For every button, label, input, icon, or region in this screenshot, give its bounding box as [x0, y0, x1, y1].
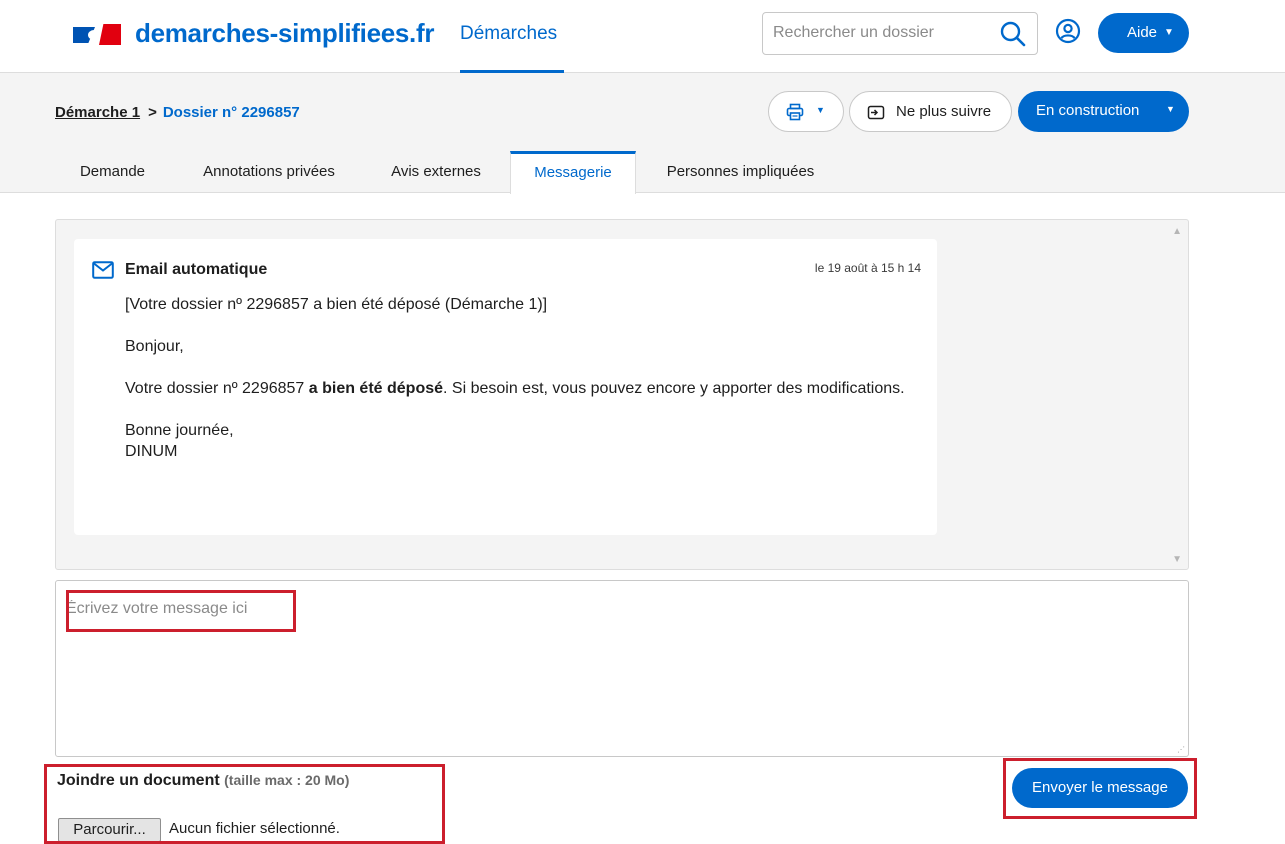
- breadcrumb: Démarche 1 > Dossier n° 2296857: [55, 104, 300, 121]
- message-date: le 19 août à 15 h 14: [814, 261, 921, 275]
- breadcrumb-procedure-link[interactable]: Démarche 1: [55, 104, 140, 121]
- mail-icon: [92, 261, 114, 279]
- search-input[interactable]: [773, 24, 993, 42]
- message-thread[interactable]: ▲ Email automatique le 19 août à 15 h 14…: [55, 219, 1189, 570]
- tab-annotations-privees[interactable]: Annotations privées: [180, 151, 358, 193]
- help-button[interactable]: Aide ▼: [1098, 13, 1189, 53]
- search-icon[interactable]: [999, 20, 1027, 48]
- tab-demande[interactable]: Demande: [55, 151, 170, 193]
- message-paragraph: Votre dossier nº 2296857 a bien été dépo…: [125, 380, 905, 397]
- site-title[interactable]: demarches-simplifiees.fr: [135, 18, 434, 49]
- caret-down-icon: ▼: [1166, 104, 1175, 114]
- flag-logo-icon[interactable]: [73, 24, 122, 46]
- tab-avis-externes[interactable]: Avis externes: [370, 151, 502, 193]
- print-button[interactable]: ▼: [768, 91, 844, 132]
- tab-messagerie[interactable]: Messagerie: [510, 151, 636, 194]
- message-sender: Email automatique: [125, 261, 268, 278]
- message-subject: [Votre dossier nº 2296857 a bien été dép…: [125, 296, 548, 313]
- attach-document-title: Joindre un document (taille max : 20 Mo): [57, 772, 350, 789]
- user-icon[interactable]: [1055, 18, 1081, 44]
- message-item: Email automatique le 19 août à 15 h 14 […: [74, 239, 937, 535]
- compose-box: ⋰: [55, 580, 1189, 757]
- help-button-label: Aide: [1127, 24, 1158, 41]
- tab-personnes-impliquees[interactable]: Personnes impliquées: [648, 151, 833, 193]
- breadcrumb-separator: >: [148, 104, 157, 121]
- status-label: En construction: [1036, 102, 1140, 119]
- site-header: demarches-simplifiees.fr Démarches Aide …: [0, 0, 1285, 73]
- printer-icon: [786, 103, 804, 121]
- caret-down-icon: ▼: [1164, 27, 1174, 38]
- breadcrumb-current[interactable]: Dossier n° 2296857: [163, 104, 300, 121]
- scroll-up-arrow-icon[interactable]: ▲: [1172, 226, 1182, 237]
- message-body: [Votre dossier nº 2296857 a bien été dép…: [125, 294, 915, 483]
- unfollow-icon: [867, 105, 885, 120]
- resize-grip-icon[interactable]: ⋰: [1177, 745, 1185, 754]
- message-textarea[interactable]: [66, 600, 1176, 750]
- scroll-down-arrow-icon[interactable]: ▼: [1172, 554, 1182, 565]
- caret-down-icon: ▼: [816, 105, 825, 115]
- search-box: [762, 12, 1038, 55]
- send-message-button[interactable]: Envoyer le message: [1012, 768, 1188, 808]
- dossier-header: Démarche 1 > Dossier n° 2296857 ▼ Ne plus …: [0, 73, 1285, 194]
- nav-demarches-link[interactable]: Démarches: [460, 23, 557, 45]
- message-closing: Bonne journée, DINUM: [125, 422, 234, 460]
- message-greeting: Bonjour,: [125, 338, 184, 355]
- unfollow-button[interactable]: Ne plus suivre: [849, 91, 1012, 132]
- unfollow-label: Ne plus suivre: [896, 103, 992, 120]
- browse-file-button[interactable]: Parcourir...: [58, 818, 161, 842]
- status-dropdown-button[interactable]: En construction ▼: [1018, 91, 1189, 132]
- no-file-selected-label: Aucun fichier sélectionné.: [169, 820, 340, 837]
